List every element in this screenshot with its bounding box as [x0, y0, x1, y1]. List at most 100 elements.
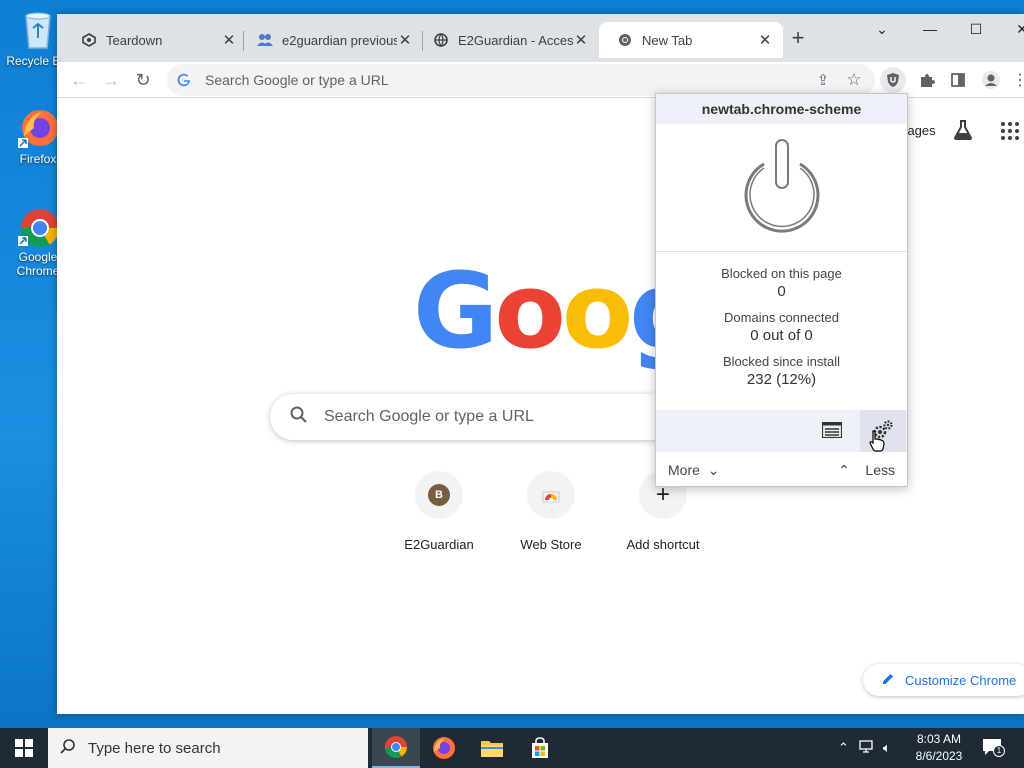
tab-new-tab[interactable]: New Tab ✕: [599, 22, 783, 58]
shortcut-label: E2Guardian: [404, 537, 474, 552]
tab-label: New Tab: [642, 32, 693, 48]
chevron-up-icon[interactable]: ⌃: [838, 740, 849, 756]
system-tray: ⌃ 🔈︎: [838, 728, 891, 768]
popup-hostname: newtab.chrome-scheme: [656, 94, 907, 124]
shortcut-web-store[interactable]: Web Store: [495, 471, 607, 552]
forward-button[interactable]: →: [98, 67, 124, 93]
search-placeholder: Search Google or type a URL: [324, 408, 534, 425]
ublock-popup: newtab.chrome-scheme Blocked on this pag…: [655, 93, 908, 487]
shortcut-tile: [527, 471, 575, 519]
apps-grid-icon[interactable]: [1000, 121, 1020, 144]
hand-cursor-icon: [868, 430, 886, 455]
shortcut-label: Web Store: [520, 537, 582, 552]
clock-time: 8:03 AM: [916, 732, 962, 746]
search-icon: [290, 406, 308, 429]
tab-e2guardian-previous[interactable]: e2guardian previous v ✕: [239, 22, 423, 58]
popup-footer: More ⌄ ⌃ Less: [656, 454, 907, 486]
close-tab-icon[interactable]: ✕: [221, 31, 237, 49]
stat-blocked-since-install: Blocked since install 232 (12%): [656, 354, 907, 388]
store-icon: [532, 737, 548, 758]
power-icon: [736, 136, 828, 239]
chrome-icon: [385, 736, 407, 758]
shortcut-e2guardian[interactable]: B E2Guardian: [383, 471, 495, 552]
omnibox-placeholder: Search Google or type a URL: [205, 72, 389, 88]
taskbar-store[interactable]: [516, 728, 564, 768]
back-button[interactable]: ←: [66, 67, 92, 93]
taskbar-file-explorer[interactable]: [468, 728, 516, 768]
more-button[interactable]: More ⌄: [668, 462, 719, 479]
shortcut-tile: B: [415, 471, 463, 519]
stat-label: Domains connected: [724, 310, 839, 325]
pencil-icon: [881, 672, 895, 689]
favicon-badge: B: [428, 484, 450, 506]
bookmark-star-icon[interactable]: ☆: [841, 67, 867, 93]
logger-list-icon[interactable]: [821, 421, 843, 441]
power-switch[interactable]: [656, 124, 907, 252]
stat-value: 0: [777, 283, 786, 300]
minimize-button[interactable]: —: [907, 18, 953, 48]
firefox-icon: [16, 106, 60, 150]
new-tab-button[interactable]: +: [787, 27, 809, 50]
extensions-puzzle-icon[interactable]: [914, 67, 940, 93]
firefox-icon: [433, 737, 455, 759]
network-icon[interactable]: [859, 739, 875, 757]
folder-icon: [481, 741, 503, 757]
close-tab-icon[interactable]: ✕: [573, 31, 589, 49]
chrome-icon: [16, 204, 60, 248]
less-label: Less: [865, 461, 895, 478]
stat-label: Blocked since install: [722, 354, 841, 369]
taskbar: Type here to search ⌃ 🔈︎ 8:03 AM 8/6/202…: [0, 728, 1024, 768]
shortcut-label: Add shortcut: [626, 537, 700, 552]
clock-date: 8/6/2023: [915, 749, 963, 763]
taskbar-firefox[interactable]: [420, 728, 468, 768]
taskbar-clock[interactable]: 8:03 AM 8/6/2023: [906, 731, 972, 765]
stat-blocked-on-page: Blocked on this page 0: [656, 266, 907, 300]
customize-label: Customize Chrome: [905, 672, 1017, 688]
close-window-button[interactable]: ✕: [999, 18, 1024, 48]
taskbar-search-placeholder: Type here to search: [88, 739, 221, 757]
windows-logo-icon: [15, 739, 33, 757]
tab-label: E2Guardian - Access D: [458, 32, 573, 48]
close-tab-icon[interactable]: ✕: [757, 31, 773, 49]
chrome-icon: [617, 32, 633, 48]
globe-icon: [433, 32, 449, 48]
stat-label: Blocked on this page: [721, 266, 842, 281]
share-icon[interactable]: ⇪: [810, 67, 836, 93]
customize-chrome-button[interactable]: Customize Chrome: [863, 664, 1024, 696]
labs-flask-icon[interactable]: [952, 119, 974, 144]
search-icon: [60, 738, 76, 758]
volume-icon[interactable]: 🔈︎: [883, 740, 891, 756]
tab-e2guardian-access[interactable]: E2Guardian - Access D ✕: [415, 22, 599, 58]
side-panel-icon[interactable]: [945, 67, 971, 93]
stat-value: 232 (12%): [746, 371, 817, 388]
tab-teardown[interactable]: Teardown ✕: [63, 22, 247, 58]
more-label: More: [668, 461, 700, 478]
close-tab-icon[interactable]: ✕: [397, 31, 413, 49]
tab-label: e2guardian previous v: [282, 32, 397, 48]
stat-value: 0 out of 0: [750, 327, 813, 344]
taskbar-chrome[interactable]: [372, 728, 420, 768]
tab-label: Teardown: [106, 32, 163, 48]
less-button[interactable]: ⌃ Less: [838, 462, 895, 479]
notification-count-badge: 1: [993, 745, 1005, 757]
profile-avatar-icon[interactable]: [978, 67, 1004, 93]
maximize-button[interactable]: ☐: [953, 18, 999, 48]
start-button[interactable]: [0, 728, 48, 768]
reload-button[interactable]: ↻: [130, 67, 156, 93]
omnibox[interactable]: Search Google or type a URL: [167, 64, 875, 96]
ublock-origin-icon[interactable]: [880, 67, 906, 93]
taskbar-search-box[interactable]: Type here to search: [48, 728, 368, 768]
teardown-icon: [81, 32, 97, 48]
tab-strip: Teardown ✕ e2guardian previous v ✕ E2Gua…: [57, 14, 1024, 62]
people-icon: [257, 32, 273, 48]
chevron-down-icon: ⌄: [707, 461, 720, 478]
web-store-icon: [541, 484, 561, 507]
notification-center-icon[interactable]: 1: [982, 738, 1005, 758]
google-g-icon: [177, 73, 191, 87]
stat-domains-connected: Domains connected 0 out of 0: [656, 310, 907, 344]
tab-search-chevron-icon[interactable]: ⌄: [859, 18, 905, 48]
chevron-up-icon: ⌃: [838, 461, 850, 478]
menu-kebab-icon[interactable]: ⋮: [1007, 67, 1024, 93]
recycle-bin-icon: [16, 8, 60, 52]
popup-tools: [656, 410, 907, 452]
